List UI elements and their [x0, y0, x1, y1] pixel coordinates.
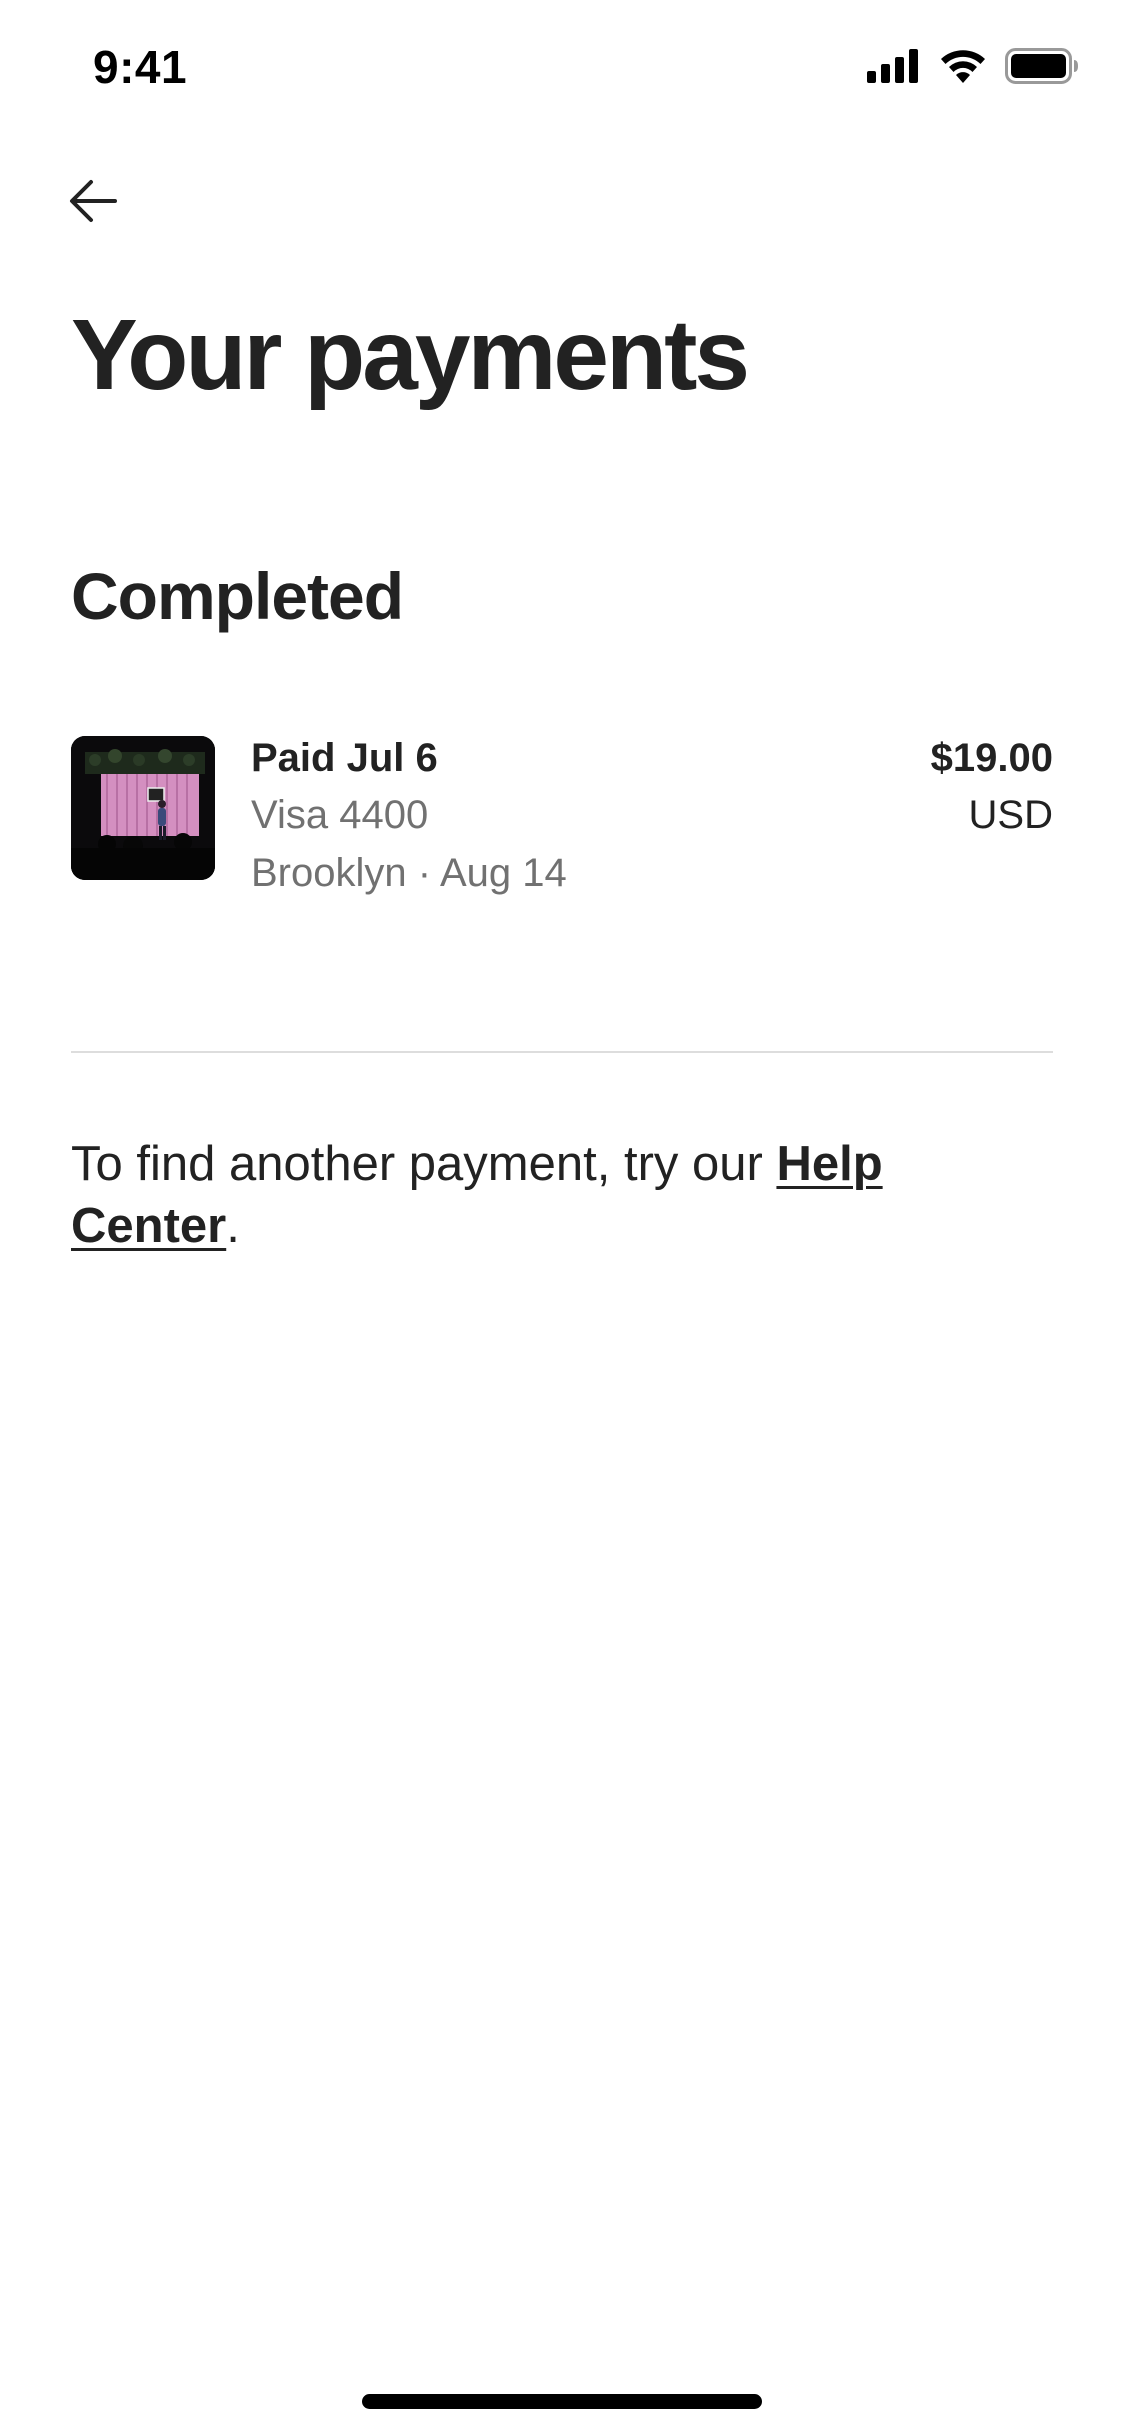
payment-amount: $19.00 USD [931, 730, 1053, 844]
section-heading-completed: Completed [71, 559, 404, 633]
page-title: Your payments [71, 299, 750, 411]
payment-card: Visa 4400 [251, 793, 429, 837]
cellular-signal-icon [867, 48, 921, 88]
status-bar: 9:41 [0, 0, 1125, 132]
wifi-icon [939, 49, 987, 88]
status-icons [867, 47, 1079, 89]
help-text: To find another payment, try our Help Ce… [71, 1133, 1031, 1257]
home-indicator[interactable] [362, 2394, 762, 2409]
back-button[interactable] [60, 170, 126, 236]
amount-currency: USD [968, 793, 1053, 837]
battery-icon [1005, 47, 1079, 89]
status-time: 9:41 [93, 41, 188, 93]
arrow-left-icon [69, 179, 117, 228]
payment-info: Paid Jul 6 Visa 4400 Brooklyn · Aug 14 [251, 736, 567, 902]
divider [71, 1051, 1053, 1053]
payment-detail: Brooklyn · Aug 14 [251, 851, 567, 895]
help-text-suffix: . [226, 1199, 240, 1253]
payment-list-item[interactable]: Paid Jul 6 Visa 4400 Brooklyn · Aug 14 $… [71, 736, 1053, 916]
payment-title: Paid Jul 6 [251, 736, 438, 780]
event-photo-thumbnail [71, 736, 215, 880]
amount-value: $19.00 [930, 736, 1053, 780]
help-text-prefix: To find another payment, try our [71, 1137, 777, 1191]
